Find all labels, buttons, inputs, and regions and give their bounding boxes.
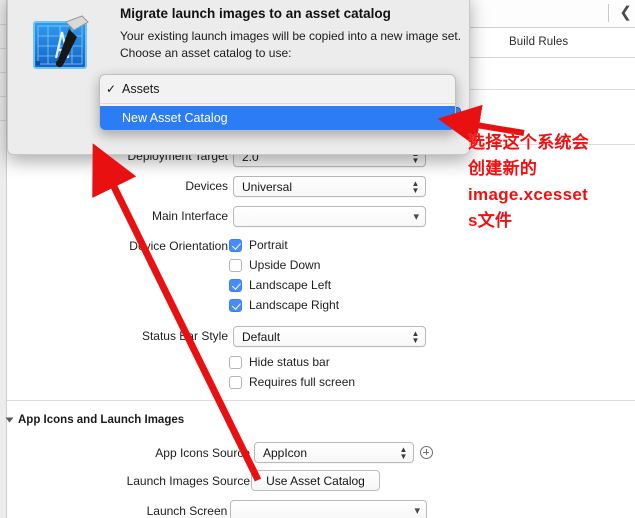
checkbox-portrait[interactable]: Portrait (229, 238, 288, 252)
chevron-left-icon[interactable]: ❮ (619, 5, 632, 20)
checkmark-icon: ✓ (105, 82, 117, 96)
checkbox-label: Requires full screen (249, 375, 356, 389)
checkbox-landscape-left[interactable]: Landscape Left (229, 278, 331, 292)
annotation-line-2: 创建新的 (468, 159, 538, 178)
menu-item-assets[interactable]: ✓ Assets (100, 77, 455, 101)
menu-separator (100, 103, 455, 104)
label-launch-screen-file: Launch Screen File (146, 504, 250, 518)
main-interface-combo[interactable]: ▾ (233, 206, 426, 227)
checkbox-label: Portrait (249, 238, 288, 252)
chevron-down-icon[interactable]: ▾ (413, 211, 419, 223)
launch-screen-file-combo[interactable]: ▾ (230, 500, 427, 518)
devices-popup[interactable]: Universal ▲ ▼ (233, 176, 426, 197)
annotation-line-3: image.xcesset (468, 185, 589, 204)
stepper-icon[interactable]: ▲▼ (399, 446, 408, 461)
checkbox-label: Landscape Left (249, 278, 332, 292)
checkbox-label: Upside Down (249, 258, 321, 272)
screenshot-root: ❮ Build Rules Deployment Target 2.0 ▲▼ D… (0, 0, 635, 518)
use-asset-catalog-button[interactable]: Use Asset Catalog (251, 470, 380, 491)
checkbox-box[interactable] (229, 375, 242, 389)
stepper-icon[interactable]: ▲▼ (411, 330, 420, 345)
checkbox-box[interactable] (229, 278, 242, 292)
sheet-body-line-2: Choose an asset catalog to use: (120, 46, 292, 60)
status-bar-style-value: Default (242, 330, 281, 344)
checkbox-box[interactable] (229, 238, 242, 252)
sheet-body: Your existing launch images will be copi… (120, 28, 465, 62)
section-title-app-icons-and-launch-images: App Icons and Launch Images (18, 414, 185, 426)
checkbox-upside-down[interactable]: Upside Down (229, 258, 320, 272)
tab-build-rules[interactable]: Build Rules (509, 36, 568, 48)
label-device-orientation: Device Orientation (129, 239, 228, 253)
checkbox-landscape-right[interactable]: Landscape Right (229, 298, 339, 312)
label-status-bar-style: Status Bar Style (141, 329, 228, 343)
label-launch-images-source: Launch Images Source (126, 474, 250, 488)
sheet-title: Migrate launch images to an asset catalo… (120, 6, 391, 21)
checkbox-box[interactable] (229, 355, 242, 369)
asset-catalog-dropdown-menu[interactable]: ✓ Assets New Asset Catalog (99, 74, 456, 131)
checkbox-label: Landscape Right (249, 298, 340, 312)
menu-item-label: New Asset Catalog (122, 111, 228, 125)
chevron-down-icon[interactable]: ▾ (414, 505, 420, 517)
menu-item-new-asset-catalog[interactable]: New Asset Catalog (100, 106, 455, 130)
stepper-icon[interactable]: ▲▼ (411, 180, 420, 195)
xcode-app-icon (33, 15, 89, 69)
sheet-body-line-1: Your existing launch images will be copi… (120, 29, 462, 43)
status-bar-style-popup[interactable]: Default ▲ ▼ (233, 326, 426, 347)
app-icons-source-popup[interactable]: AppIcon ▲ ▼ (254, 442, 414, 463)
checkbox-requires-full-screen[interactable]: Requires full screen (229, 375, 355, 389)
disclosure-triangle-icon[interactable] (5, 417, 14, 423)
checkbox-box[interactable] (229, 298, 242, 312)
checkbox-hide-status-bar[interactable]: Hide status bar (229, 355, 330, 369)
annotation-line-4: s文件 (468, 211, 513, 230)
label-devices: Devices (185, 179, 228, 193)
project-navigator-strip[interactable] (0, 0, 7, 518)
label-main-interface: Main Interface (151, 209, 228, 223)
annotation-line-1: 选择这个系统会 (468, 133, 590, 152)
add-app-icon-set-button[interactable] (420, 446, 433, 459)
checkbox-label: Hide status bar (249, 355, 330, 369)
menu-item-label: Assets (122, 82, 160, 96)
checkbox-box[interactable] (229, 258, 242, 272)
app-icons-source-value: AppIcon (263, 446, 308, 460)
label-app-icons-source: App Icons Source (155, 446, 250, 460)
devices-value: Universal (242, 180, 293, 194)
